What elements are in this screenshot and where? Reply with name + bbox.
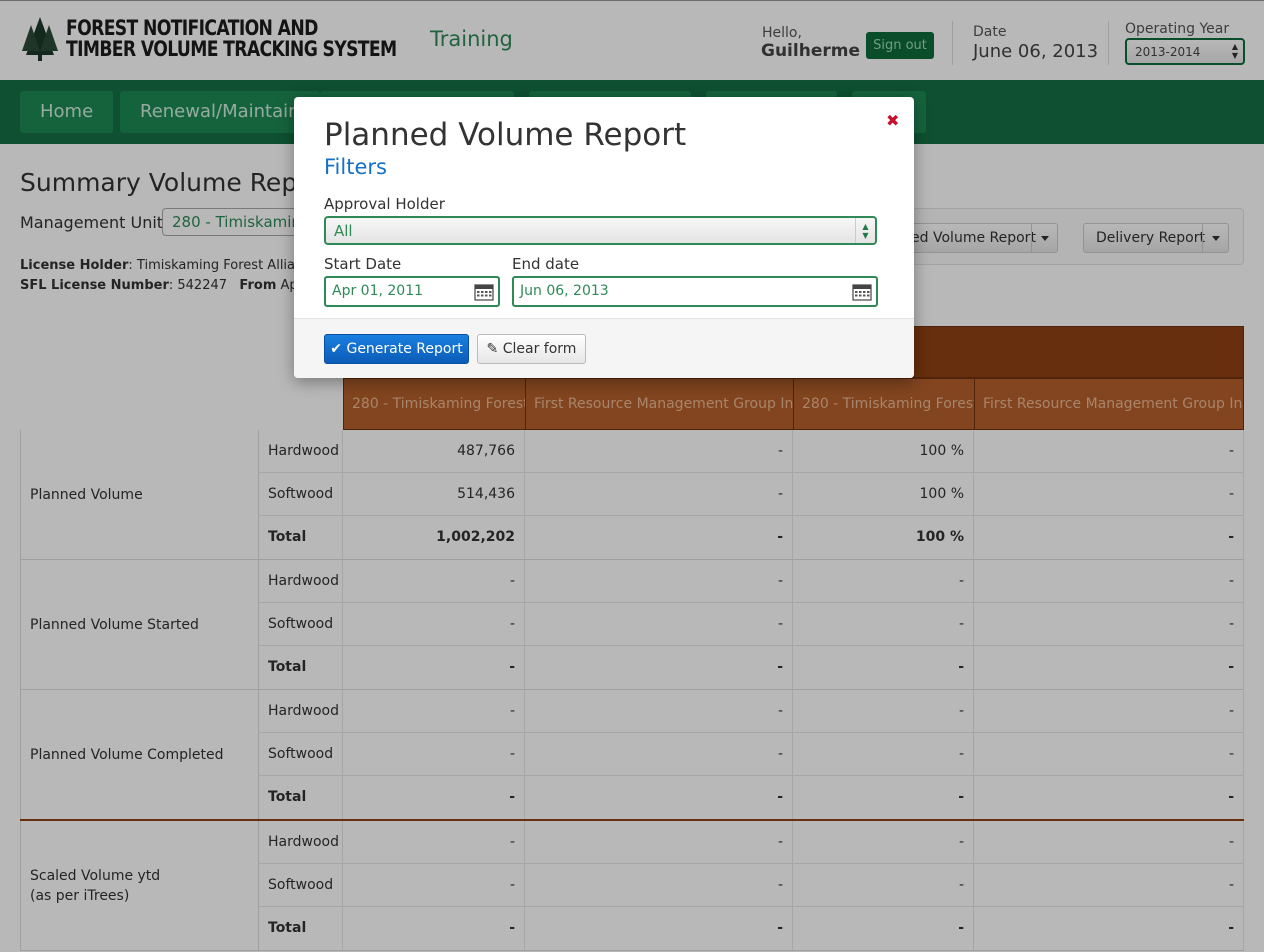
close-icon[interactable]: ✖ (886, 111, 899, 130)
end-date-value: Jun 06, 2013 (520, 283, 609, 299)
calendar-icon[interactable] (474, 283, 494, 301)
modal-footer: ✔ Generate Report ✎ Clear form (294, 318, 914, 378)
approval-holder-label: Approval Holder (324, 195, 445, 213)
start-date-field[interactable]: Apr 01, 2011 (324, 276, 500, 307)
eraser-icon: ✎ (486, 341, 499, 357)
generate-report-label: Generate Report (346, 341, 463, 357)
clear-form-label: Clear form (502, 341, 577, 357)
end-date-label: End date (512, 255, 580, 273)
approval-holder-value: All (334, 222, 353, 240)
end-date-field[interactable]: Jun 06, 2013 (512, 276, 878, 307)
checkmark-icon: ✔ (330, 341, 343, 357)
select-arrows-icon: ▲ ▼ (855, 218, 875, 243)
start-date-label: Start Date (324, 255, 402, 273)
start-date-value: Apr 01, 2011 (332, 283, 424, 299)
modal-title: Planned Volume Report (324, 117, 687, 153)
generate-report-button[interactable]: ✔ Generate Report (324, 334, 469, 364)
calendar-icon[interactable] (852, 283, 872, 301)
approval-holder-select[interactable]: All ▲ ▼ (324, 216, 877, 245)
clear-form-button[interactable]: ✎ Clear form (477, 334, 586, 364)
planned-volume-report-modal: Planned Volume Report Filters ✖ Approval… (294, 97, 914, 378)
modal-subtitle: Filters (324, 155, 387, 179)
